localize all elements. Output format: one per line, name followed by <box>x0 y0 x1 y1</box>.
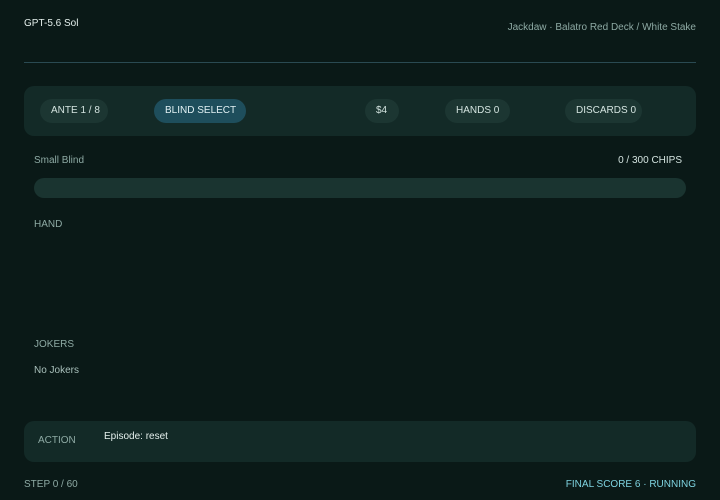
hands-badge: HANDS 0 <box>445 99 510 123</box>
game-subtitle: Jackdaw · Balatro Red Deck / White Stake <box>507 22 696 33</box>
game-screen: GPT-5.6 Sol Jackdaw · Balatro Red Deck /… <box>0 0 720 500</box>
jokers-empty-text: No Jokers <box>34 365 80 376</box>
blind-name: Small Blind <box>34 155 85 166</box>
chips-progress-bar <box>34 178 686 198</box>
hand-area <box>34 236 686 328</box>
step-counter: STEP 0 / 60 <box>24 479 78 490</box>
discards-badge: DISCARDS 0 <box>565 99 642 123</box>
chips-readout: 0 / 300 CHIPS <box>618 155 682 166</box>
action-label: ACTION <box>38 435 76 446</box>
model-name: GPT-5.6 Sol <box>24 18 79 29</box>
status-panel: ANTE 1 / 8 BLIND SELECT $4 HANDS 0 DISCA… <box>24 86 696 136</box>
header-divider <box>24 62 696 63</box>
jokers-label: JOKERS <box>34 339 75 350</box>
action-panel: ACTION Episode: reset <box>24 421 696 462</box>
run-status: FINAL SCORE 6 · RUNNING <box>565 479 696 490</box>
hand-label: HAND <box>34 219 63 230</box>
ante-badge: ANTE 1 / 8 <box>40 99 108 123</box>
money-badge: $4 <box>365 99 399 123</box>
action-text: Episode: reset <box>104 431 168 442</box>
phase-badge: BLIND SELECT <box>154 99 246 123</box>
